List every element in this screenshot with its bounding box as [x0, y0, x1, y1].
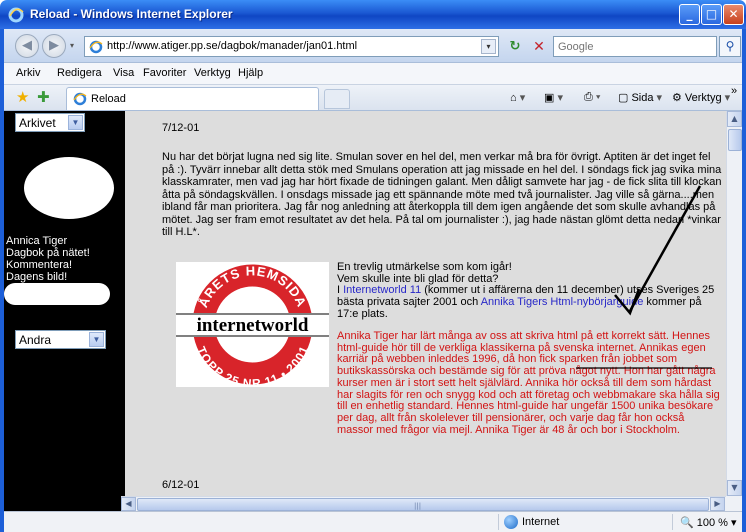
chevron-down-icon: ▼ — [68, 115, 83, 130]
annotation-arrow-icon — [576, 185, 712, 369]
status-divider — [498, 514, 499, 530]
internet-zone-icon — [504, 515, 518, 529]
chevron-down-icon: ▼ — [89, 332, 104, 347]
minimize-button[interactable]: _ — [679, 4, 700, 25]
redacted-avatar — [24, 157, 114, 219]
grip-icon: ||| — [414, 502, 422, 510]
window-title: Reload - Windows Internet Explorer — [30, 7, 233, 21]
print-icon[interactable]: ⎙ ▾ — [584, 91, 600, 104]
search-input[interactable] — [554, 37, 714, 56]
maximize-button[interactable]: □ — [701, 4, 722, 25]
archive-select-value: Arkivet — [19, 116, 56, 130]
ie-page-icon — [73, 92, 87, 106]
menu-item-favoriter[interactable]: Favoriter — [143, 67, 186, 79]
tab-label: Reload — [91, 93, 126, 105]
archive-select[interactable]: Arkivet ▼ — [15, 113, 85, 132]
vertical-scroll-thumb[interactable] — [728, 129, 742, 151]
close-button[interactable]: ✕ — [723, 4, 744, 25]
tools-menu-label: Verktyg — [684, 92, 722, 104]
history-dropdown-icon[interactable]: ▾ — [70, 41, 74, 50]
back-button[interactable]: ◀ — [15, 34, 39, 58]
address-toolbar: ◀ ▶ ▾ http://www.atiger.pp.se/dagbok/man… — [4, 29, 742, 63]
main-content: 7/12-01 Nu har det börjat lugna ned sig … — [125, 111, 726, 496]
scroll-up-icon[interactable]: ▲ — [727, 111, 742, 127]
page-menu-button[interactable]: ▢ Sida ▾ — [618, 91, 662, 104]
menu-item-verktyg[interactable]: Verktyg — [194, 67, 231, 79]
menu-item-arkiv[interactable]: Arkiv — [16, 67, 40, 79]
sidebar-link-annica-tiger[interactable]: Annica Tiger — [6, 235, 90, 247]
toolbar-overflow-button[interactable]: » — [731, 85, 737, 97]
new-tab-button[interactable] — [324, 89, 350, 109]
menu-item-visa[interactable]: Visa — [113, 67, 134, 79]
redacted-text — [4, 283, 110, 305]
security-zone: Internet — [522, 516, 560, 528]
scroll-left-icon[interactable]: ◀ — [121, 497, 136, 511]
window-frame-right — [742, 29, 746, 532]
sidebar-link-dagens-bild[interactable]: Dagens bild! — [6, 271, 90, 283]
entry-date-2: 6/12-01 — [162, 479, 200, 491]
refresh-button[interactable]: ↻ — [504, 37, 526, 57]
address-url[interactable]: http://www.atiger.pp.se/dagbok/manader/j… — [107, 40, 357, 52]
tab-bar: ★ ✚ Reload ⌂ ▾ ▣ ▾ ⎙ ▾ ▢ Sida ▾ ⚙ Verkty… — [4, 85, 742, 111]
sidebar-bottom — [4, 496, 121, 511]
scrollbar-corner — [726, 496, 742, 511]
home-icon[interactable]: ⌂ ▾ — [510, 91, 525, 104]
page-viewport: Arkivet ▼ Annica Tiger Dagbok på nätet! … — [4, 111, 726, 496]
horizontal-scrollbar[interactable]: ◀ ||| ▶ — [121, 496, 726, 511]
tools-menu-button[interactable]: ⚙ Verktyg ▾ — [672, 91, 730, 104]
status-divider — [672, 514, 673, 530]
search-field[interactable] — [553, 36, 717, 57]
sidebar-links: Annica Tiger Dagbok på nätet! Kommentera… — [6, 235, 90, 283]
horizontal-scroll-thumb[interactable]: ||| — [137, 498, 709, 511]
zoom-level[interactable]: 🔍 100 % ▾ — [680, 516, 737, 529]
search-icon[interactable]: ⚲ — [719, 36, 741, 57]
ie-logo-icon — [8, 7, 24, 23]
sidebar-link-dagbok[interactable]: Dagbok på nätet! — [6, 247, 90, 259]
scroll-down-icon[interactable]: ▼ — [727, 480, 742, 496]
sidebar: Arkivet ▼ Annica Tiger Dagbok på nätet! … — [4, 111, 125, 496]
menu-item-redigera[interactable]: Redigera — [57, 67, 102, 79]
tab-reload[interactable]: Reload — [66, 87, 319, 110]
menu-bar: Arkiv Redigera Visa Favoriter Verktyg Hj… — [4, 63, 742, 85]
other-select[interactable]: Andra ▼ — [15, 330, 106, 349]
favorites-star-icon[interactable]: ★ — [16, 88, 29, 106]
menu-item-hjalp[interactable]: Hjälp — [238, 67, 263, 79]
status-bar: Internet 🔍 100 % ▾ — [4, 511, 742, 532]
ie-page-icon — [89, 40, 103, 54]
scroll-right-icon[interactable]: ▶ — [710, 497, 725, 511]
other-select-value: Andra — [19, 333, 52, 347]
address-bar[interactable]: http://www.atiger.pp.se/dagbok/manader/j… — [84, 36, 499, 57]
stop-button[interactable]: ✕ — [528, 37, 550, 57]
address-dropdown-icon[interactable]: ▾ — [481, 39, 496, 54]
sidebar-link-kommentera[interactable]: Kommentera! — [6, 259, 90, 271]
title-bar: Reload - Windows Internet Explorer _ □ ✕ — [0, 0, 746, 29]
forward-button[interactable]: ▶ — [42, 34, 66, 58]
add-favorite-icon[interactable]: ✚ — [37, 88, 50, 106]
vertical-scrollbar[interactable]: ▲ ▼ — [726, 111, 742, 496]
feeds-icon[interactable]: ▣ ▾ — [544, 91, 563, 104]
page-menu-label: Sida — [631, 92, 654, 104]
